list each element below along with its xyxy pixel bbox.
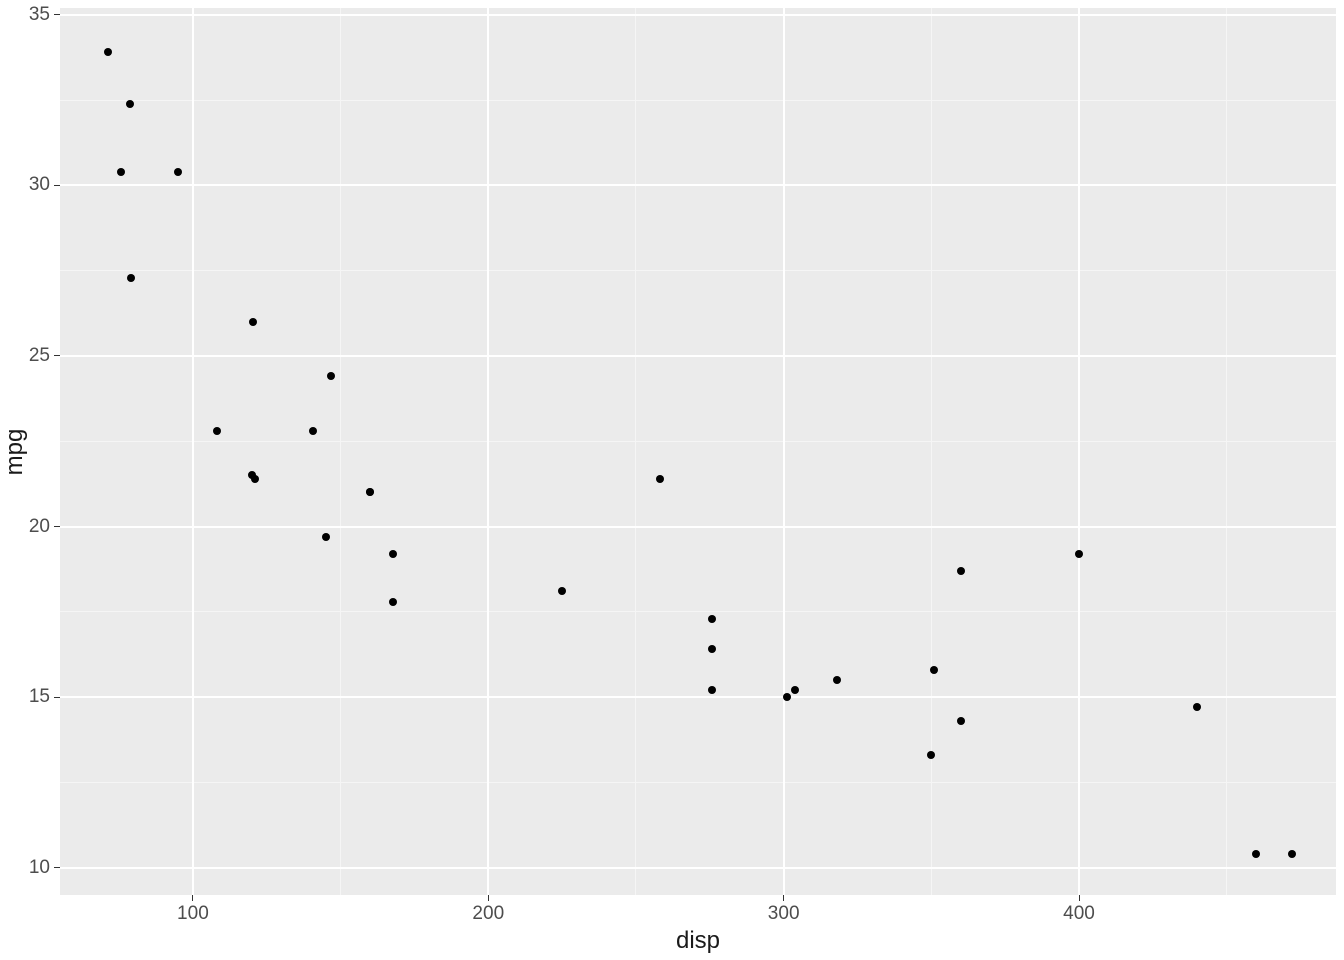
data-point (251, 475, 259, 483)
data-point (104, 48, 112, 56)
chart-figure: 100 200 300 400 10 15 20 25 30 35 disp mpg (0, 0, 1344, 960)
data-point (708, 615, 716, 623)
y-axis-title: mpg (1, 428, 29, 475)
grid-major-vertical (783, 8, 785, 895)
grid-major-horizontal (60, 184, 1336, 186)
y-tick-mark (54, 697, 60, 698)
y-tick-mark (54, 526, 60, 527)
grid-major-horizontal (60, 867, 1336, 869)
y-tick-label: 15 (0, 686, 50, 708)
data-point (708, 645, 716, 653)
grid-major-horizontal (60, 355, 1336, 357)
data-point (708, 686, 716, 694)
plot-panel (60, 8, 1336, 895)
grid-minor-horizontal (60, 611, 1336, 612)
y-tick-label: 25 (0, 345, 50, 367)
data-point (249, 318, 257, 326)
grid-minor-vertical (1226, 8, 1227, 895)
x-tick-label: 100 (177, 903, 209, 925)
data-point (656, 475, 664, 483)
y-tick-label: 10 (0, 857, 50, 879)
grid-minor-vertical (635, 8, 636, 895)
y-tick-mark (54, 355, 60, 356)
x-tick-label: 300 (768, 903, 800, 925)
grid-minor-horizontal (60, 441, 1336, 442)
y-tick-mark (54, 185, 60, 186)
x-tick-mark (192, 895, 193, 901)
data-point (791, 686, 799, 694)
data-point (1288, 850, 1296, 858)
grid-minor-vertical (931, 8, 932, 895)
data-point (366, 488, 374, 496)
data-point (930, 666, 938, 674)
data-point (783, 693, 791, 701)
data-point (833, 676, 841, 684)
data-point (1193, 703, 1201, 711)
data-point (389, 550, 397, 558)
data-point (957, 717, 965, 725)
data-point (117, 168, 125, 176)
x-tick-label: 400 (1063, 903, 1095, 925)
y-tick-mark (54, 867, 60, 868)
grid-major-horizontal (60, 526, 1336, 528)
data-point (558, 587, 566, 595)
y-tick-label: 30 (0, 174, 50, 196)
data-point (1075, 550, 1083, 558)
data-point (389, 598, 397, 606)
grid-minor-horizontal (60, 782, 1336, 783)
data-point (327, 372, 335, 380)
grid-major-horizontal (60, 14, 1336, 16)
x-tick-label: 200 (472, 903, 504, 925)
x-tick-mark (488, 895, 489, 901)
data-point (127, 274, 135, 282)
grid-minor-vertical (340, 8, 341, 895)
grid-major-horizontal (60, 696, 1336, 698)
x-tick-mark (1079, 895, 1080, 901)
grid-minor-horizontal (60, 270, 1336, 271)
data-point (927, 751, 935, 759)
data-point (126, 100, 134, 108)
data-point (1252, 850, 1260, 858)
data-point (957, 567, 965, 575)
x-axis-title: disp (676, 927, 720, 955)
grid-major-vertical (1078, 8, 1080, 895)
grid-major-vertical (487, 8, 489, 895)
y-tick-mark (54, 14, 60, 15)
data-point (322, 533, 330, 541)
grid-major-vertical (192, 8, 194, 895)
y-tick-label: 20 (0, 516, 50, 538)
data-point (309, 427, 317, 435)
data-point (174, 168, 182, 176)
x-tick-mark (783, 895, 784, 901)
data-point (213, 427, 221, 435)
grid-minor-horizontal (60, 100, 1336, 101)
y-tick-label: 35 (0, 4, 50, 26)
